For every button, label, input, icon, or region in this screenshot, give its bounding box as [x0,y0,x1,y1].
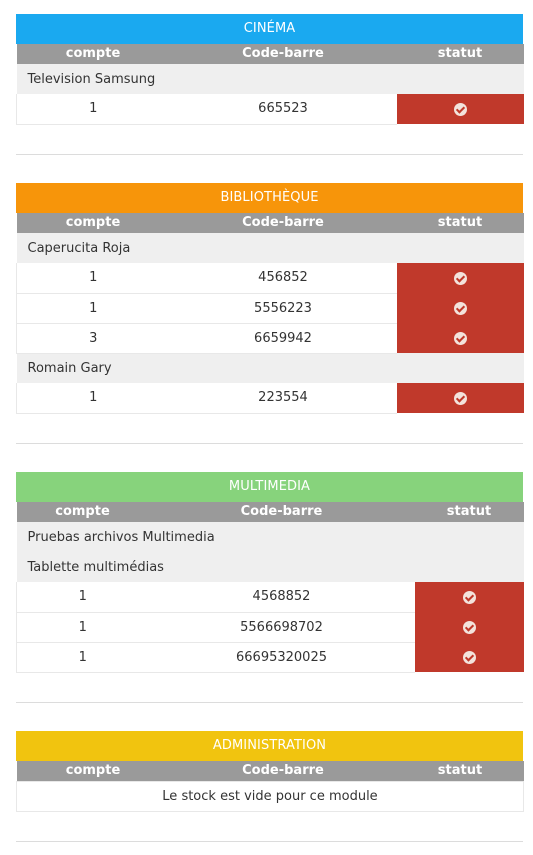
group-name: Pruebas archivos Multimedia [16,522,524,552]
divider [16,841,523,842]
column-header-status: statut [396,761,524,782]
module-title: ADMINISTRATION [16,731,523,761]
table-row: 1 665523 [16,94,524,125]
item-barcode: 5556223 [169,293,397,324]
stock-table: compte Code-barre statut Caperucita Roja… [16,213,524,414]
status-cell[interactable] [414,642,524,672]
table-header: compte Code-barre statut [16,761,524,782]
group-name: Romain Gary [16,353,524,383]
item-barcode: 6659942 [169,323,397,354]
item-count: 3 [16,323,170,354]
table-row: 3 6659942 [16,323,524,354]
column-header-barcode: Code-barre [169,44,397,64]
status-cell[interactable] [396,293,524,323]
empty-row: Le stock est vide pour ce module [16,781,524,812]
group-name: Television Samsung [16,64,524,94]
stock-table: compte Code-barre statut Pruebas archivo… [16,502,524,673]
check-circle-icon[interactable] [462,650,476,664]
item-barcode: 5566698702 [148,612,415,643]
item-barcode: 223554 [169,383,397,414]
group-row: Pruebas archivos Multimedia [16,522,524,552]
group-row: Tablette multimédias [16,552,524,582]
check-circle-icon[interactable] [453,301,467,315]
table-header: compte Code-barre statut [16,502,524,522]
table-row: 1 4568852 [16,582,524,613]
item-count: 1 [16,612,149,643]
module-title: MULTIMEDIA [16,472,523,502]
item-count: 1 [16,642,149,673]
item-barcode: 665523 [169,94,397,125]
module-administration: ADMINISTRATION compte Code-barre statut … [16,731,524,812]
item-barcode: 66695320025 [148,642,415,673]
column-header-count: compte [16,44,170,64]
check-circle-icon[interactable] [453,102,467,116]
item-count: 1 [16,383,170,414]
column-header-status: statut [396,213,524,233]
status-cell[interactable] [396,94,524,124]
group-row: Caperucita Roja [16,233,524,263]
item-barcode: 4568852 [148,582,415,613]
column-header-status: statut [396,44,524,64]
module-multimedia: MULTIMEDIA compte Code-barre statut Prue… [16,472,524,673]
column-header-status: statut [414,502,524,522]
divider [16,443,523,444]
divider [16,154,523,155]
status-cell[interactable] [396,383,524,413]
check-circle-icon[interactable] [453,331,467,345]
column-header-barcode: Code-barre [148,502,415,522]
table-header: compte Code-barre statut [16,213,524,233]
group-name: Caperucita Roja [16,233,524,263]
column-header-count: compte [16,213,170,233]
column-header-barcode: Code-barre [169,761,397,782]
stock-table: compte Code-barre statut Le stock est vi… [16,761,524,812]
column-header-count: compte [16,761,170,782]
module-bibliotheque: BIBLIOTHÈQUE compte Code-barre statut Ca… [16,183,524,414]
status-cell[interactable] [396,323,524,353]
group-name: Tablette multimédias [16,552,524,582]
status-cell[interactable] [414,582,524,612]
column-header-barcode: Code-barre [169,213,397,233]
status-cell[interactable] [414,612,524,642]
group-row: Television Samsung [16,64,524,94]
module-title: CINÉMA [16,14,523,44]
table-row: 1 456852 [16,263,524,294]
table-row: 1 5566698702 [16,612,524,643]
item-count: 1 [16,582,149,613]
status-cell[interactable] [396,263,524,293]
check-circle-icon[interactable] [462,620,476,634]
stock-table: compte Code-barre statut Television Sams… [16,44,524,125]
empty-message: Le stock est vide pour ce module [16,781,524,812]
group-row: Romain Gary [16,353,524,383]
column-header-count: compte [16,502,149,522]
module-cinema: CINÉMA compte Code-barre statut Televisi… [16,14,524,125]
table-row: 1 66695320025 [16,642,524,673]
check-circle-icon[interactable] [453,271,467,285]
item-count: 1 [16,263,170,294]
check-circle-icon[interactable] [462,590,476,604]
table-row: 1 223554 [16,383,524,414]
item-barcode: 456852 [169,263,397,294]
item-count: 1 [16,293,170,324]
divider [16,702,523,703]
check-circle-icon[interactable] [453,391,467,405]
module-title: BIBLIOTHÈQUE [16,183,523,213]
table-header: compte Code-barre statut [16,44,524,64]
item-count: 1 [16,94,170,125]
table-row: 1 5556223 [16,293,524,324]
